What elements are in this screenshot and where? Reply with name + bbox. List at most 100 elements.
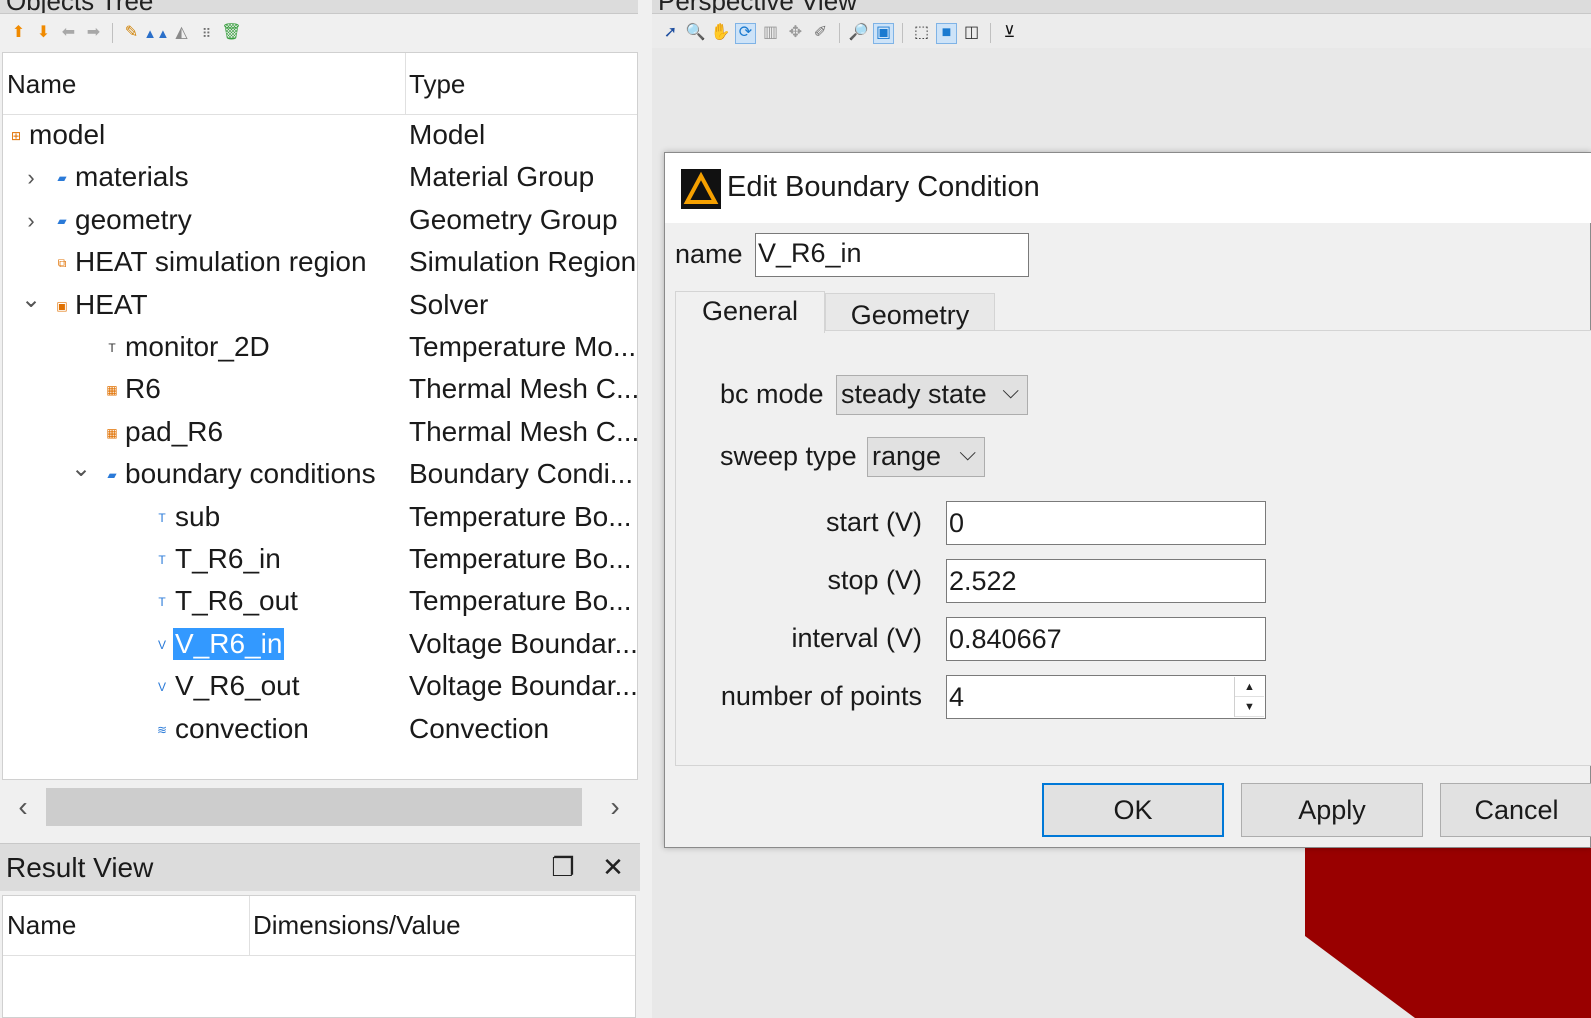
tree-row[interactable]: ≋ convection Convection [3,710,637,752]
chevron-right-icon[interactable]: › [19,164,43,192]
tree-row[interactable]: V V_R6_in Voltage Boundar... [3,625,638,667]
column-divider[interactable] [405,53,406,115]
scroll-left-icon[interactable]: ‹ [8,790,38,824]
cube-outline-icon[interactable]: ◫ [961,23,982,44]
arrow-right-icon[interactable]: ➡ [83,23,104,44]
objects-tree-title-bar: Objects Tree [0,0,638,14]
mesh-icon: ▦ [106,425,118,440]
solver-icon: ▣ [56,298,68,313]
arrow-down-icon[interactable]: ⬇ [33,23,54,44]
tree-item-type: Temperature Mo... [409,331,637,362]
tree-row[interactable]: T T_R6_out Temperature Bo... [3,582,637,624]
pointer-icon[interactable]: ➚ [660,23,681,44]
tree-row[interactable]: V V_R6_out Voltage Boundar... [3,667,637,709]
edit-icon[interactable]: ✎ [121,23,142,44]
monitor-icon: T [108,341,116,355]
tree-item-name: geometry [75,203,192,235]
folder-icon: ▰ [57,171,67,186]
cancel-button[interactable]: Cancel [1440,783,1591,837]
folder-icon: ▰ [107,468,117,483]
pan-hand-icon[interactable]: ✋ [710,23,731,44]
ok-button[interactable]: OK [1042,783,1224,837]
close-icon[interactable]: ✕ [596,850,630,884]
tree-item-type: Solver [409,288,489,320]
chevron-right-icon[interactable]: › [19,207,43,235]
chevron-down-icon[interactable]: ⌄ [69,455,93,483]
tree-row[interactable]: ▦ R6 Thermal Mesh C... [3,370,637,412]
name-input[interactable]: V_R6_in [755,233,1029,277]
column-header-dimensions-value[interactable]: Dimensions/Value [253,910,461,941]
tree-horizontal-scrollbar[interactable]: ‹ › [2,786,636,828]
perspective-view-toolbar: ➚ 🔍 ✋ ⟳ ▥ ✥ ✐ 🔎 ▣ ⬚ ■ ◫ ⊻ [660,20,1020,46]
select-box-icon[interactable]: ▣ [873,22,894,44]
tree-item-type: Voltage Boundar... [409,627,638,659]
result-view-panel: Result View ❐ ✕ Name Dimensions/Value [0,843,640,1018]
column-header-type[interactable]: Type [409,69,465,100]
column-header-name[interactable]: Name [7,69,76,100]
voltage-bc-icon: V [157,637,166,652]
zoom-extent-icon[interactable]: 🔎 [848,23,869,44]
bc-mode-select[interactable]: steady state ⌵ [836,375,1028,415]
wireframe-cube-icon[interactable]: ⬚ [911,23,932,44]
tree-item-name: HEAT simulation region [75,246,367,278]
perspective-view-title: Perspective View [658,0,857,13]
ruler-icon[interactable]: ▥ [760,23,781,44]
tab-geometry[interactable]: Geometry [825,293,995,331]
bc-mode-label: bc mode [720,379,824,409]
tree-item-type: Convection [409,712,550,744]
number-of-points-stepper[interactable]: 4 ▲ ▼ [946,675,1266,719]
apply-button[interactable]: Apply [1241,783,1423,837]
tree-row[interactable]: ⧉ HEAT simulation region Simulation Region [3,243,637,285]
result-view-table[interactable]: Name Dimensions/Value [2,895,636,1018]
rotate-icon[interactable]: ⟳ [735,22,756,44]
interval-input[interactable]: 0.840667 [946,617,1266,661]
scroll-right-icon[interactable]: › [600,790,630,824]
scrollbar-thumb[interactable] [46,788,582,826]
zoom-icon[interactable]: 🔍 [685,23,706,44]
tree-row[interactable]: ⌄ ▣ HEAT Solver [3,286,637,328]
tree-item-name: materials [75,161,189,193]
tree-row[interactable]: Tsub Temperature Bo... [3,498,637,540]
tree-item-name: HEAT [75,288,148,320]
tree-row[interactable]: ⊞ model Model [3,116,637,158]
sweep-type-select[interactable]: range ⌵ [867,437,985,477]
interval-label: interval (V) [791,623,922,653]
tree-row[interactable]: ⌄ ▰ boundary conditions Boundary Condi... [3,455,637,497]
number-of-points-value: 4 [949,682,965,712]
spin-up-icon[interactable]: ▲ [1235,677,1264,697]
stop-input[interactable]: 2.522 [946,559,1266,603]
move-icon[interactable]: ✥ [785,23,806,44]
dialog-title: Edit Boundary Condition [727,171,1040,203]
tree-row[interactable]: › ▰ geometry Geometry Group [3,201,637,243]
column-header-name[interactable]: Name [7,910,76,941]
model-geometry-shape[interactable] [1305,848,1591,1018]
chevron-down-icon[interactable]: ⌄ [19,286,43,314]
number-of-points-label: number of points [720,681,922,711]
tab-general[interactable]: General [675,291,825,333]
tree-row[interactable]: › ▰ materials Material Group [3,158,637,200]
draw-icon[interactable]: ✐ [810,23,831,44]
tree-item-type: Temperature Bo... [409,500,632,532]
arrow-up-icon[interactable]: ⬆ [8,23,29,44]
tree-row[interactable]: ▦ pad_R6 Thermal Mesh C... [3,413,637,455]
spin-down-icon[interactable]: ▼ [1235,697,1264,717]
general-tab-content: bc mode steady state ⌵ sweep type range … [675,330,1591,766]
folder-icon: ▰ [57,213,67,228]
grid-icon[interactable]: ⠿ [196,23,217,44]
triangle-icon[interactable]: ◭ [171,23,192,44]
mountains-icon[interactable]: ▲▲ [144,23,170,44]
objects-tree[interactable]: Name Type ⊞ model Model › ▰ materials Material… [2,52,638,780]
start-input[interactable]: 0 [946,501,1266,545]
tree-row[interactable]: T T_R6_in Temperature Bo... [3,540,637,582]
trash-icon[interactable]: 🗑 [221,23,242,44]
arrow-left-icon[interactable]: ⬅ [58,23,79,44]
restore-window-icon[interactable]: ❐ [546,850,580,884]
toolbar-separator [112,23,113,43]
axis-icon[interactable]: ⊻ [999,23,1020,44]
solid-cube-icon[interactable]: ■ [936,22,957,44]
temperature-bc-icon: T [158,595,166,610]
dialog-title-bar[interactable]: Edit Boundary Condition [665,153,1591,223]
column-divider[interactable] [249,896,250,956]
toolbar-separator [839,23,840,43]
tree-row[interactable]: Tmonitor_2D Temperature Mo... [3,328,637,370]
